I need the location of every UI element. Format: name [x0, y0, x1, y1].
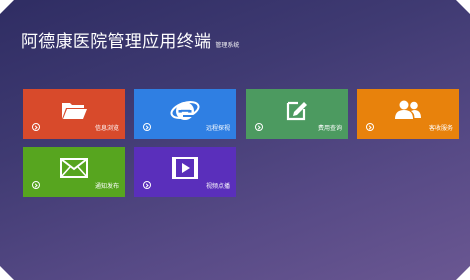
tile-remote-visit[interactable]: 远程探视 [134, 89, 236, 139]
tile-label: 远程探视 [205, 125, 230, 132]
desktop-background: 阿德康医院管理应用终端 管理系统 信息浏览 远程探视 费用查询 客收服务 通知发… [0, 0, 470, 280]
arrow-circle-icon [32, 181, 40, 189]
corner-cut [456, 0, 470, 14]
edit-icon [246, 97, 348, 123]
app-title: 阿德康医院管理应用终端 [21, 32, 212, 52]
corner-cut [0, 266, 14, 280]
corner-cut [456, 266, 470, 280]
tile-label: 通知发布 [94, 183, 119, 190]
arrow-circle-icon [143, 181, 151, 189]
tile-video-on-demand[interactable]: 视频点播 [134, 147, 236, 197]
app-subtitle: 管理系统 [215, 42, 240, 49]
tile-notice-publish[interactable]: 通知发布 [23, 147, 125, 197]
tile-label: 客收服务 [428, 125, 453, 132]
tile-label: 视频点播 [205, 183, 230, 190]
app-header: 阿德康医院管理应用终端 管理系统 [21, 27, 239, 52]
mail-icon [23, 155, 125, 181]
browser-icon [134, 97, 236, 123]
tile-service[interactable]: 客收服务 [357, 89, 459, 139]
tile-fee-query[interactable]: 费用查询 [246, 89, 348, 139]
tile-label: 费用查询 [317, 125, 342, 132]
arrow-circle-icon [366, 123, 374, 131]
tile-info-browse[interactable]: 信息浏览 [23, 89, 125, 139]
tile-label: 信息浏览 [94, 125, 119, 132]
video-icon [134, 155, 236, 181]
folder-icon [23, 97, 125, 123]
arrow-circle-icon [255, 123, 263, 131]
arrow-circle-icon [143, 123, 151, 131]
corner-cut [0, 0, 14, 14]
arrow-circle-icon [32, 123, 40, 131]
users-icon [357, 97, 459, 123]
